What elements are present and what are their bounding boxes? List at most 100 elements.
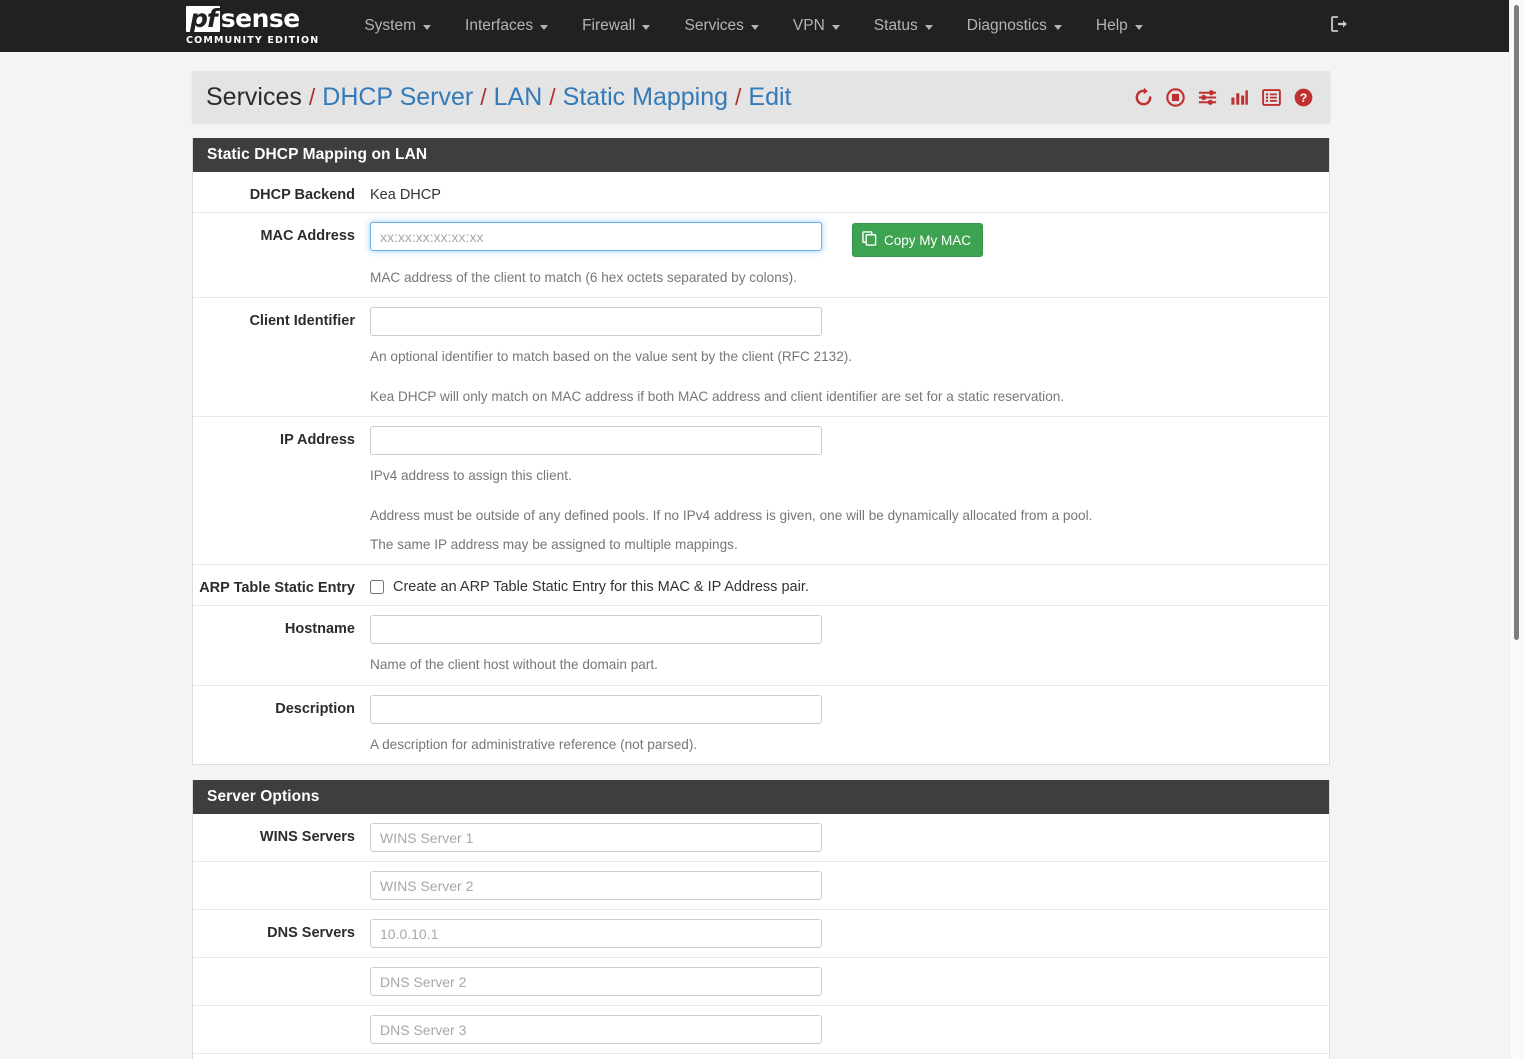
nav-label: Status	[873, 17, 918, 34]
label-dns-server-2-empty	[193, 967, 370, 973]
nav-item-services[interactable]: Services	[667, 0, 775, 52]
nav-label: Firewall	[582, 17, 636, 34]
breadcrumb-item-services: Services	[206, 82, 302, 111]
breadcrumb-separator: /	[549, 83, 556, 110]
chevron-down-icon	[1053, 24, 1062, 30]
sliders-icon[interactable]	[1197, 87, 1218, 108]
nav-item-vpn[interactable]: VPN	[776, 0, 857, 52]
form-row-ip-address: IP Address IPv4 address to assign this c…	[193, 417, 1329, 566]
help-mac-address: MAC address of the client to match (6 he…	[370, 270, 797, 285]
form-row-hostname: Hostname Name of the client host without…	[193, 606, 1329, 686]
brand-subtitle: COMMUNITY EDITION	[186, 35, 320, 46]
client-identifier-input[interactable]	[370, 307, 822, 337]
brand-sense-text: sense	[220, 4, 300, 33]
nav-item-status[interactable]: Status	[857, 0, 950, 52]
label-wins-servers: WINS Servers	[259, 829, 355, 846]
description-input[interactable]	[370, 694, 822, 724]
form-row-dns-server-4: Leave blank to use the system default DN…	[193, 1054, 1329, 1059]
panel-header-server-options: Server Options	[193, 780, 1329, 815]
label-hostname: Hostname	[284, 621, 355, 638]
breadcrumb-separator: /	[735, 83, 742, 110]
help-hostname: Name of the client host without the doma…	[370, 657, 658, 673]
navbar-right	[1329, 0, 1349, 52]
help-ip-address-1: IPv4 address to assign this client.	[370, 468, 572, 484]
restart-service-icon[interactable]	[1133, 87, 1154, 108]
breadcrumb-separator: /	[480, 83, 487, 110]
brand-pf-text: pf	[186, 6, 220, 32]
help-ip-address-2: Address must be outside of any defined p…	[370, 507, 1093, 523]
pfsense-logo[interactable]: pf sense COMMUNITY EDITION	[186, 0, 319, 52]
static-mapping-panel: Static DHCP Mapping on LAN DHCP Backend …	[192, 138, 1330, 766]
arp-static-entry-checkbox[interactable]	[370, 580, 384, 595]
breadcrumb: Services / DHCP Server / LAN / Static Ma…	[206, 83, 1133, 112]
breadcrumb-item-edit[interactable]: Edit	[748, 83, 791, 112]
help-client-identifier-2: Kea DHCP will only match on MAC address …	[370, 388, 1065, 404]
nav-item-diagnostics[interactable]: Diagnostics	[950, 0, 1079, 52]
nav-label: Services	[684, 17, 744, 34]
panel-header-static-mapping: Static DHCP Mapping on LAN	[193, 138, 1329, 172]
dns-server-3-input[interactable]	[370, 1015, 822, 1045]
breadcrumb-bar: Services / DHCP Server / LAN / Static Ma…	[192, 71, 1330, 123]
form-row-client-identifier: Client Identifier An optional identifier…	[193, 298, 1329, 418]
help-description: A description for administrative referen…	[370, 736, 698, 752]
label-description: Description	[275, 700, 355, 717]
ip-address-input[interactable]	[370, 426, 822, 456]
chart-icon[interactable]	[1229, 87, 1250, 108]
breadcrumb-separator: /	[308, 83, 316, 110]
label-dns-servers: DNS Servers	[267, 925, 355, 942]
chevron-down-icon	[750, 24, 759, 30]
form-row-dhcp-backend: DHCP Backend Kea DHCP	[193, 172, 1329, 213]
chevron-down-icon	[642, 24, 651, 30]
server-options-panel: Server Options WINS Servers DNS Servers	[192, 780, 1330, 1059]
nav-item-system[interactable]: System	[347, 0, 448, 52]
label-dhcp-backend: DHCP Backend	[249, 187, 355, 203]
breadcrumb-actions: ?	[1133, 87, 1314, 108]
dns-server-1-input[interactable]	[370, 919, 822, 949]
nav-label: Help	[1095, 17, 1128, 34]
copy-my-mac-label: Copy My MAC	[884, 232, 972, 248]
page-scrollbar-thumb[interactable]	[1514, 5, 1519, 640]
form-row-dns-server-2	[193, 958, 1329, 1007]
nav-label: VPN	[792, 17, 825, 34]
nav-label: Diagnostics	[966, 17, 1047, 34]
label-mac-address: MAC Address	[260, 228, 355, 244]
form-row-wins-server-1: WINS Servers	[193, 814, 1329, 863]
top-navbar: pf sense COMMUNITY EDITION System Interfa…	[0, 0, 1524, 52]
chevron-down-icon	[924, 24, 933, 30]
label-client-identifier: Client Identifier	[249, 313, 355, 330]
label-dns-server-3-empty	[193, 1015, 370, 1021]
breadcrumb-item-static-mapping[interactable]: Static Mapping	[563, 83, 728, 112]
label-ip-address: IP Address	[280, 432, 355, 449]
help-icon[interactable]: ?	[1293, 87, 1314, 108]
breadcrumb-item-lan[interactable]: LAN	[494, 83, 543, 112]
label-wins-server-2-empty	[193, 871, 370, 877]
value-dhcp-backend: Kea DHCP	[370, 187, 441, 203]
form-row-dns-server-1: DNS Servers	[193, 910, 1329, 959]
chevron-down-icon	[831, 24, 840, 30]
dns-server-2-input[interactable]	[370, 967, 822, 997]
breadcrumb-item-dhcp-server[interactable]: DHCP Server	[322, 83, 473, 112]
arp-static-entry-checkbox-label: Create an ARP Table Static Entry for thi…	[393, 579, 809, 596]
svg-text:?: ?	[1300, 91, 1308, 105]
log-list-icon[interactable]	[1261, 87, 1282, 108]
wins-server-2-input[interactable]	[370, 871, 822, 901]
nav-label: Interfaces	[465, 17, 534, 34]
wins-server-1-input[interactable]	[370, 823, 822, 853]
nav-item-help[interactable]: Help	[1079, 0, 1160, 52]
stop-service-icon[interactable]	[1165, 87, 1186, 108]
copy-my-mac-button[interactable]: Copy My MAC	[852, 223, 984, 257]
form-row-arp-static-entry: ARP Table Static Entry Create an ARP Tab…	[193, 565, 1329, 607]
sign-out-icon[interactable]	[1329, 14, 1349, 39]
form-row-description: Description A description for administra…	[193, 686, 1329, 764]
mac-address-input[interactable]	[370, 222, 822, 251]
nav-item-interfaces[interactable]: Interfaces	[448, 0, 565, 52]
copy-icon	[862, 231, 877, 249]
form-row-wins-server-2	[193, 862, 1329, 911]
hostname-input[interactable]	[370, 615, 822, 645]
brand-logo-mark: pf sense	[186, 6, 319, 32]
chevron-down-icon	[540, 24, 549, 30]
form-row-mac-address: MAC Address Copy My MAC MAC address of t…	[193, 213, 1329, 299]
form-row-dns-server-3	[193, 1006, 1329, 1055]
chevron-down-icon	[1134, 24, 1143, 30]
nav-item-firewall[interactable]: Firewall	[565, 0, 667, 52]
